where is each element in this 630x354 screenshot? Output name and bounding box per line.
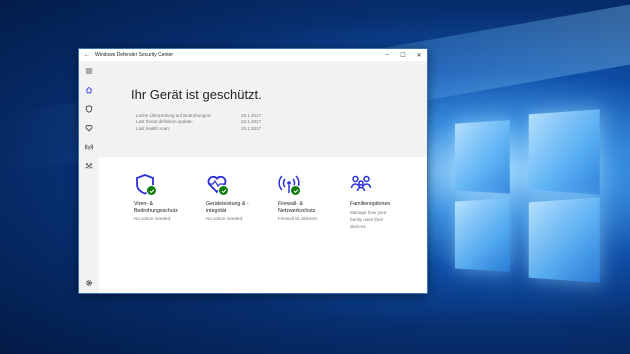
wifi-icon (85, 143, 93, 150)
scan-info: Letzte Überprüfung auf Bedrohungen: 19.1… (136, 113, 261, 132)
tile-icon (350, 173, 372, 195)
status-hero: Ihr Gerät ist geschützt. Letzte Überprüf… (99, 61, 427, 157)
sidebar-item-virus-protection[interactable] (79, 99, 99, 118)
tile-device-health[interactable]: Geräteleistung & - integrität No action … (206, 173, 278, 230)
sidebar (79, 61, 99, 293)
sidebar-item-firewall[interactable] (79, 137, 99, 156)
heart-icon (85, 124, 93, 131)
tile-icon (134, 173, 157, 196)
page-title: Ihr Gerät ist geschützt. (131, 87, 262, 102)
shield-icon (85, 104, 93, 113)
sidebar-item-home[interactable] (79, 80, 99, 99)
checkmark-icon (290, 185, 301, 196)
logo-pane (528, 109, 600, 195)
main-content: Ihr Gerät ist geschützt. Letzte Überprüf… (99, 61, 427, 293)
checkmark-icon (146, 185, 157, 196)
tile-title-line1: Familienoptionen (350, 201, 391, 207)
tile-virus-protection[interactable]: Viren- & Bedrohungsschutz No action need… (134, 173, 206, 230)
tile-firewall[interactable]: Firewall- & Netzwerkschutz Firewall ist … (278, 173, 350, 230)
info-row: Last health scan: 20.1.2017 (136, 126, 261, 132)
family-icon (85, 162, 93, 169)
feature-tiles: Viren- & Bedrohungsschutz No action need… (134, 173, 427, 230)
window-title: Windows Defender Security Center (95, 52, 174, 58)
family-icon (350, 175, 372, 192)
close-button[interactable]: ✕ (411, 52, 427, 59)
back-button[interactable]: ← (79, 52, 95, 58)
tile-icon (278, 173, 301, 196)
sidebar-item-family[interactable] (79, 156, 99, 175)
tile-title-line2: Bedrohungsschutz (134, 207, 178, 214)
checkmark-icon (218, 185, 229, 196)
logo-pane (454, 120, 510, 194)
app-window: ← Windows Defender Security Center – ☐ ✕ (78, 48, 428, 294)
tile-status: Firewall ist aktiviert. (278, 216, 319, 221)
info-label: Last health scan: (136, 125, 171, 131)
tile-status: No action needed. (206, 216, 244, 221)
logo-pane (454, 198, 510, 272)
tile-title-line2: Netzwerkschutz (278, 207, 316, 214)
tile-icon (206, 173, 229, 196)
settings-button[interactable] (79, 279, 99, 287)
title-bar: ← Windows Defender Security Center – ☐ ✕ (79, 49, 427, 61)
sidebar-item-device-health[interactable] (79, 118, 99, 137)
tile-status: Manage how your family uses their device… (350, 209, 387, 229)
gear-icon (86, 280, 92, 286)
tile-status: No action needed. (134, 216, 172, 221)
maximize-button[interactable]: ☐ (395, 52, 411, 59)
tile-title-line2: integrität (206, 207, 227, 214)
hamburger-icon (85, 68, 93, 73)
windows-logo (430, 100, 610, 290)
minimize-button[interactable]: – (379, 52, 395, 58)
tile-family-options[interactable]: Familienoptionen Manage how your family … (350, 173, 422, 230)
home-icon (85, 86, 93, 93)
logo-pane (528, 197, 600, 283)
info-value: 20.1.2017 (241, 125, 262, 131)
menu-button[interactable] (79, 61, 99, 80)
